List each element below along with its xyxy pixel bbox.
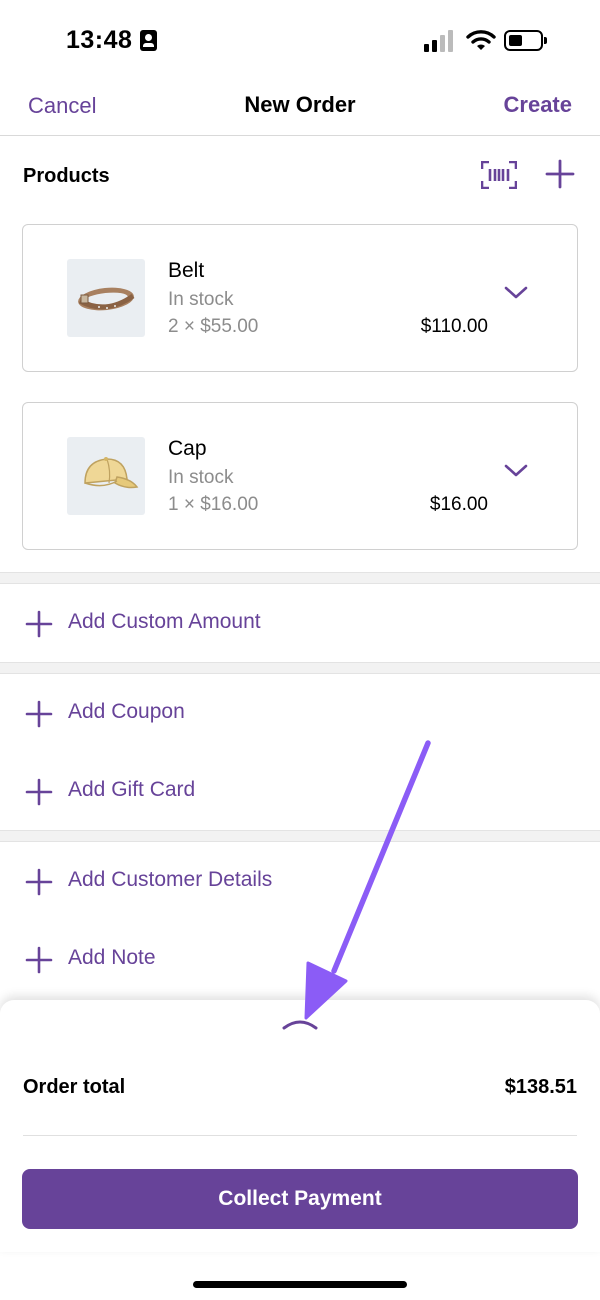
- products-section-header: Products: [0, 137, 600, 217]
- navigation-bar: Cancel New Order Create: [0, 80, 600, 136]
- plus-icon: [25, 946, 53, 974]
- add-custom-amount-label: Add Custom Amount: [68, 610, 261, 633]
- product-quantity-price: 2 × $55.00: [168, 316, 259, 337]
- order-total-value: $138.51: [504, 1076, 577, 1098]
- product-name: Cap: [168, 437, 207, 460]
- product-stock-status: In stock: [168, 289, 234, 310]
- add-coupon-button[interactable]: Add Coupon: [0, 682, 600, 746]
- add-customer-details-label: Add Customer Details: [68, 868, 273, 891]
- signal-icon: [424, 30, 456, 52]
- product-line-total: $16.00: [429, 494, 488, 515]
- status-bar: 13:48: [0, 0, 600, 80]
- collect-payment-button[interactable]: Collect Payment: [22, 1169, 578, 1229]
- chevron-down-icon[interactable]: [503, 463, 529, 479]
- add-customer-details-button[interactable]: Add Customer Details: [0, 850, 600, 914]
- product-card-belt[interactable]: Belt In stock 2 × $55.00 $110.00: [22, 224, 578, 372]
- add-coupon-label: Add Coupon: [68, 700, 185, 723]
- product-stock-status: In stock: [168, 467, 234, 488]
- status-time: 13:48: [66, 26, 133, 54]
- create-button[interactable]: Create: [504, 92, 572, 118]
- belt-image: [67, 259, 145, 337]
- contact-card-icon: [140, 30, 157, 51]
- chevron-down-icon[interactable]: [503, 285, 529, 301]
- product-name: Belt: [168, 259, 205, 282]
- add-note-label: Add Note: [68, 946, 156, 969]
- add-custom-amount-button[interactable]: Add Custom Amount: [0, 592, 600, 656]
- cap-image: [67, 437, 145, 515]
- product-quantity-price: 1 × $16.00: [168, 494, 259, 515]
- summary-divider: [23, 1135, 577, 1136]
- order-total-label: Order total: [23, 1076, 126, 1098]
- plus-icon: [25, 868, 53, 896]
- add-note-button[interactable]: Add Note: [0, 928, 600, 992]
- products-title: Products: [23, 165, 110, 187]
- section-divider: [0, 662, 600, 674]
- add-product-button[interactable]: [545, 159, 575, 189]
- battery-icon: [504, 30, 548, 52]
- product-card-cap[interactable]: Cap In stock 1 × $16.00 $16.00: [22, 402, 578, 550]
- add-gift-card-button[interactable]: Add Gift Card: [0, 760, 600, 824]
- chevron-up-icon[interactable]: [281, 1016, 319, 1030]
- home-indicator[interactable]: [193, 1281, 407, 1288]
- add-gift-card-label: Add Gift Card: [68, 778, 196, 801]
- order-summary-sheet: Order total $138.51 Collect Payment: [0, 1000, 600, 1252]
- plus-icon: [25, 700, 53, 728]
- wifi-icon: [466, 30, 496, 50]
- section-divider: [0, 572, 600, 584]
- plus-icon: [25, 778, 53, 806]
- plus-icon: [25, 610, 53, 638]
- barcode-scan-icon[interactable]: [481, 161, 517, 189]
- product-line-total: $110.00: [420, 316, 488, 337]
- section-divider: [0, 830, 600, 842]
